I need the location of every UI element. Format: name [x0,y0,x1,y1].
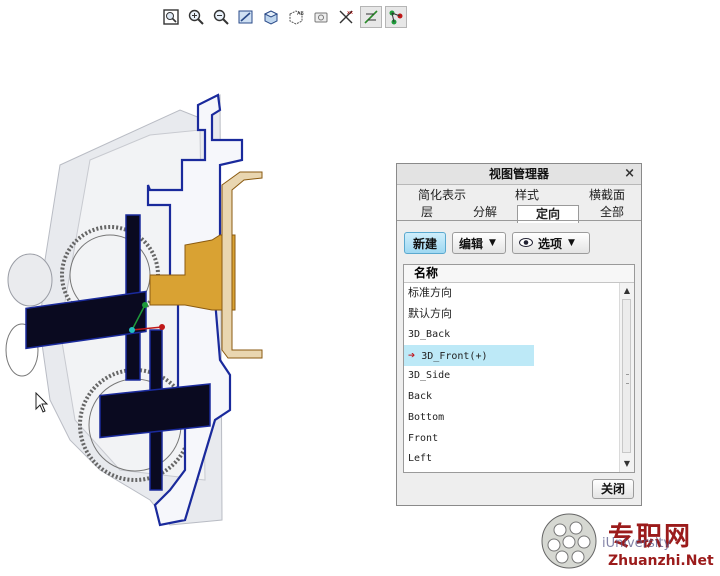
vertical-scrollbar[interactable]: ▲ ▼ [619,283,634,472]
watermark-en-text: Zhuanzhi.Net [608,553,714,569]
watermark-logo-icon [541,513,597,569]
perspective-icon[interactable]: xx [335,6,357,28]
options-label: 选项 [538,236,563,251]
tab-row-bottom: 层 分解 定向 全部 [397,204,641,223]
tab-explode[interactable]: 分解 [461,204,509,221]
eye-icon [519,236,533,250]
dialog-title-bar[interactable]: 视图管理器 × [397,164,641,185]
svg-text:xx: xx [347,10,353,16]
scroll-down-icon[interactable]: ▼ [620,458,634,470]
refit-icon[interactable] [160,6,182,28]
list-item-label: 3D_Front(+) [421,351,488,363]
list-item-selected[interactable]: ➔ 3D_Front(+) [404,345,534,367]
tab-cross-section[interactable]: 横截面 [582,187,632,204]
annotation-display-icon[interactable] [385,6,407,28]
view-manager-dialog: 视图管理器 × 简化表示 样式 横截面 层 分解 定向 全部 新建 编辑 ▼ 选… [396,163,642,506]
display-style-icon[interactable] [260,6,282,28]
close-button[interactable]: 关闭 [592,479,634,499]
list-item[interactable]: 标准方向 [404,283,622,304]
grip-icon [626,374,629,384]
list-item[interactable]: Bottom [404,408,622,429]
scrollbar-thumb[interactable] [622,299,631,453]
tab-all[interactable]: 全部 [589,204,635,221]
chevron-down-icon: ▼ [489,238,496,248]
new-button[interactable]: 新建 [404,232,446,254]
model-cross-section-view[interactable] [0,80,300,530]
watermark-overlay-text: iUniversity [602,536,672,551]
edit-label: 编辑 [459,236,484,251]
list-item[interactable]: 默认方向 [404,304,622,325]
repaint-icon[interactable] [235,6,257,28]
scroll-up-icon[interactable]: ▲ [620,285,634,297]
tab-divider [397,220,641,221]
list-item[interactable]: 3D_Side [404,366,622,387]
orientation-list: 名称 标准方向 默认方向 3D_Back ➔ 3D_Front(+) 3D_Si… [403,264,635,473]
view-manager-icon[interactable] [310,6,332,28]
active-arrow-icon: ➔ [408,348,416,363]
list-item[interactable]: 3D_Back [404,325,622,346]
tab-layers[interactable]: 层 [411,204,443,221]
svg-text:AB: AB [297,11,304,17]
datum-display-icon[interactable] [360,6,382,28]
list-item[interactable]: Left [404,449,622,470]
zoom-in-icon[interactable] [185,6,207,28]
saved-orientations-icon[interactable]: AB [285,6,307,28]
tab-row-top: 简化表示 样式 横截面 [397,187,641,204]
mouse-pointer-icon [35,392,49,413]
action-button-row: 新建 编辑 ▼ 选项 ▼ [404,232,590,256]
tab-style[interactable]: 样式 [507,187,547,204]
list-item[interactable]: Front [404,429,622,450]
list-column-header[interactable]: 名称 [404,265,634,283]
dialog-title: 视图管理器 [488,167,549,181]
list-item[interactable]: Back [404,387,622,408]
tab-simplified-rep[interactable]: 简化表示 [411,187,473,204]
view-toolbar: AB xx [160,4,407,30]
options-dropdown-button[interactable]: 选项 ▼ [512,232,590,254]
close-icon[interactable]: × [624,164,635,184]
list-rows: 标准方向 默认方向 3D_Back ➔ 3D_Front(+) 3D_Side … [404,283,622,470]
zoom-out-icon[interactable] [210,6,232,28]
edit-dropdown-button[interactable]: 编辑 ▼ [452,232,506,254]
chevron-down-icon: ▼ [568,238,575,248]
